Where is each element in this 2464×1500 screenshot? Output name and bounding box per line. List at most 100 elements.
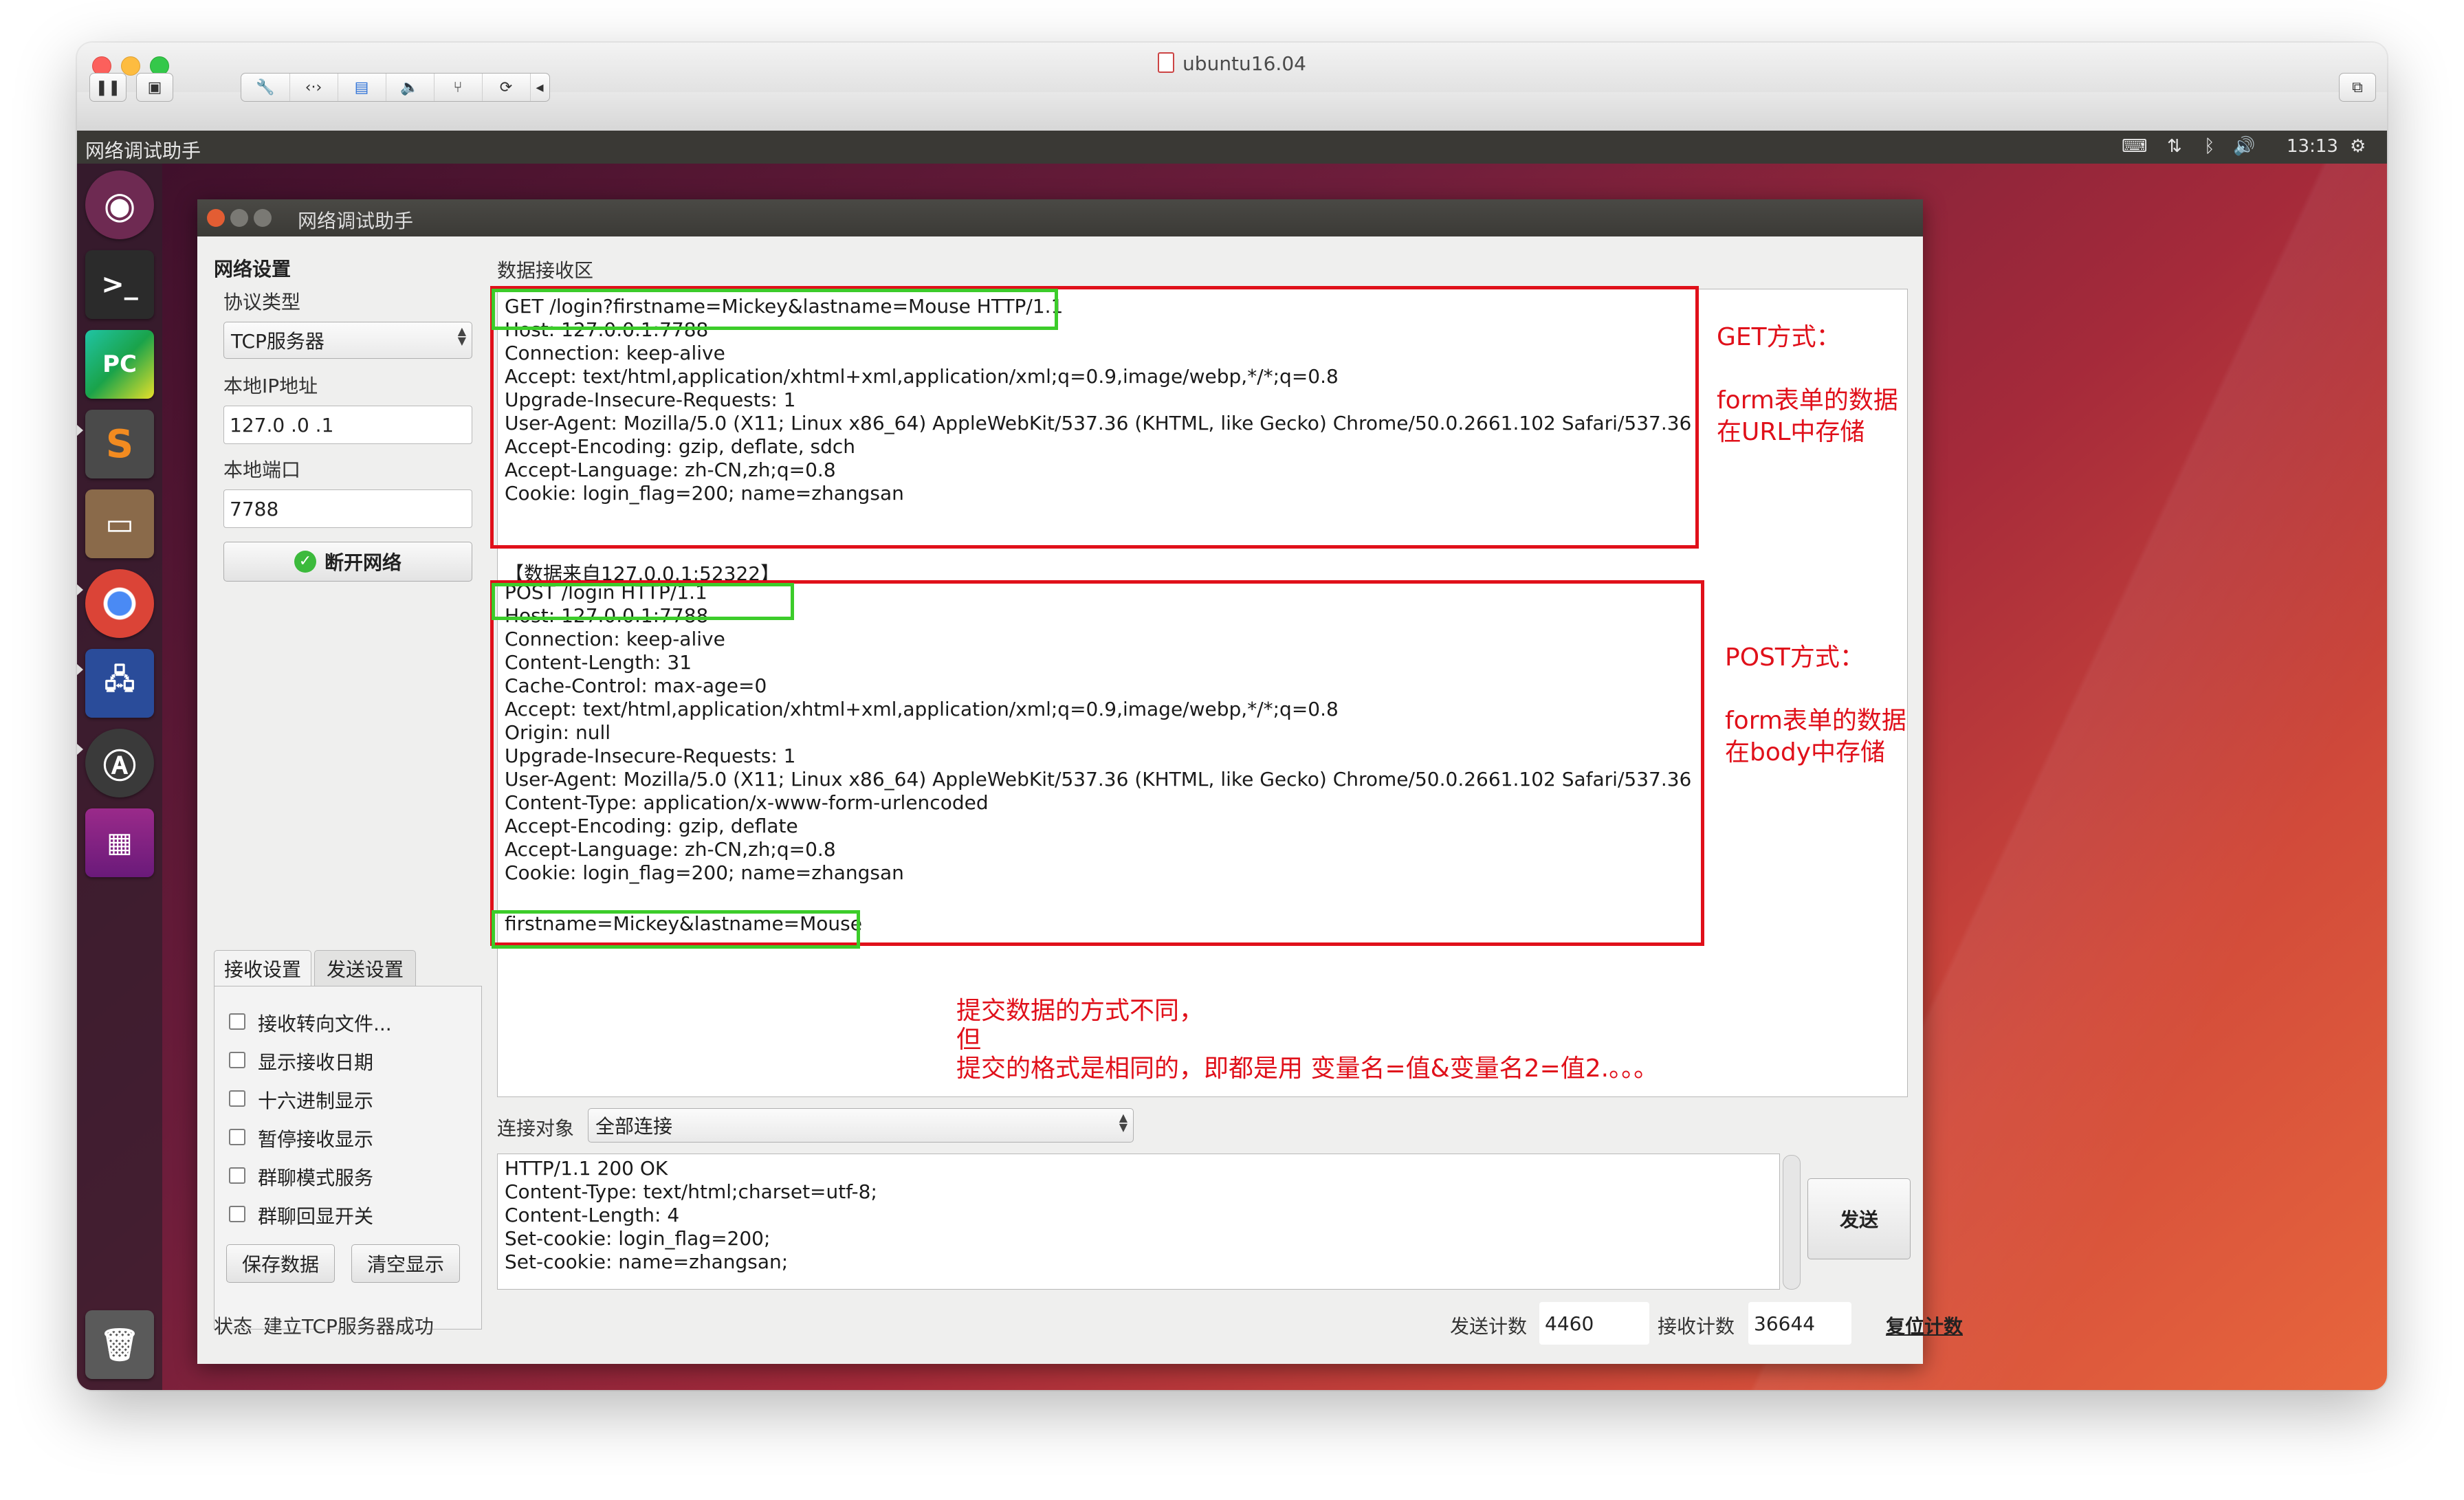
recv-count-label: 接收计数 <box>1658 1315 1735 1338</box>
connection-label: 连接对象 <box>497 1117 575 1140</box>
checkbox[interactable] <box>229 1013 245 1030</box>
close-icon[interactable] <box>207 209 225 227</box>
post-annotation-desc-2: 在body中存储 <box>1725 738 1886 766</box>
refresh-icon[interactable]: ⟳ <box>482 74 531 101</box>
volume-icon[interactable]: 🔊 <box>2233 136 2255 157</box>
disk-icon[interactable]: ▤ <box>338 74 386 101</box>
network-arrows-icon[interactable]: ⇅ <box>2167 136 2182 157</box>
port-input[interactable]: 7788 <box>223 489 472 528</box>
save-data-label: 保存数据 <box>241 1253 319 1276</box>
checkbox[interactable] <box>229 1167 245 1184</box>
disconnect-button[interactable]: ✓ 断开网络 <box>223 542 472 582</box>
get-request-line-highlight <box>492 289 1058 330</box>
pause-button[interactable]: ❚❚ <box>89 73 126 102</box>
reset-count-button[interactable]: 复位计数 <box>1886 1312 1963 1339</box>
clock[interactable]: 13:13 <box>2287 136 2338 157</box>
ubuntu-topbar: 网络调试助手 ⌨ ⇅ ᛒ 🔊 13:13 ⚙ <box>77 131 2387 164</box>
snapshot-button[interactable]: ▣ <box>136 73 173 102</box>
checkbox[interactable] <box>229 1129 245 1145</box>
clear-display-button[interactable]: 清空显示 <box>351 1244 460 1283</box>
launcher: ◉ >_ PC S ▭ 🖧 Ⓐ ▦ 🗑 <box>77 164 162 1390</box>
app-titlebar: 网络调试助手 <box>197 199 1923 236</box>
wrench-icon[interactable]: 🔧 <box>241 74 290 101</box>
sublime-icon[interactable]: S <box>85 410 154 478</box>
settings-gear-icon[interactable]: ⚙ <box>2350 136 2366 157</box>
get-annotation-desc-2: 在URL中存储 <box>1717 418 1865 446</box>
send-textarea[interactable]: HTTP/1.1 200 OK Content-Type: text/html;c… <box>497 1154 1780 1290</box>
get-annotation-title: GET方式： <box>1717 323 1841 351</box>
running-indicator <box>77 584 83 595</box>
network-settings-title: 网络设置 <box>214 258 292 280</box>
keyboard-icon[interactable]: ⌨ <box>2122 136 2148 157</box>
save-data-button[interactable]: 保存数据 <box>226 1244 335 1283</box>
protocol-select[interactable]: TCP服务器 ▲ ▼ <box>223 322 472 359</box>
send-line: Content-Length: 4 <box>505 1204 680 1226</box>
ubuntu-dash-icon[interactable]: ◉ <box>85 170 154 239</box>
status-label: 状态 <box>214 1315 253 1338</box>
pycharm-icon[interactable]: PC <box>85 330 154 399</box>
send-count-value: 4460 <box>1539 1302 1649 1345</box>
vm-doc-icon <box>1158 52 1175 73</box>
minimize-icon[interactable] <box>230 209 248 227</box>
receive-option-label: 暂停接收显示 <box>258 1128 374 1151</box>
send-scrollbar[interactable] <box>1783 1155 1801 1290</box>
connection-select[interactable]: 全部连接 ▲ ▼ <box>588 1108 1134 1143</box>
trash-icon[interactable]: 🗑 <box>85 1310 154 1379</box>
send-line: Set-cookie: login_flag=200; <box>505 1227 771 1250</box>
post-annotation-desc-1: form表单的数据 <box>1725 707 1906 735</box>
receive-option-label: 接收转向文件... <box>258 1013 392 1035</box>
vm-window: ubuntu16.04 ❚❚ ▣ 🔧 ‹·› ▤ 🔈 ⑂ ⟳ ◂ ⧉ 网络调试助… <box>77 43 2387 1390</box>
send-line: HTTP/1.1 200 OK <box>505 1157 668 1180</box>
usb-icon[interactable]: ⑂ <box>434 74 483 101</box>
receive-area-label: 数据接收区 <box>497 259 594 282</box>
status-text: 建立TCP服务器成功 <box>263 1315 434 1338</box>
connection-value: 全部连接 <box>595 1115 673 1138</box>
fullscreen-button[interactable]: ⧉ <box>2339 73 2376 102</box>
send-count-label: 发送计数 <box>1450 1315 1528 1338</box>
bluetooth-icon[interactable]: ᛒ <box>2204 136 2215 157</box>
receive-option-label: 显示接收日期 <box>258 1051 374 1074</box>
summary-line-2: 但 <box>956 1026 982 1054</box>
post-highlight-box <box>490 580 1704 946</box>
protocol-value: TCP服务器 <box>231 330 324 353</box>
tab-send-label: 发送设置 <box>326 958 404 981</box>
tab-receive-label: 接收设置 <box>223 958 301 981</box>
running-indicator <box>77 425 83 436</box>
network-adapter-icon[interactable]: ‹·› <box>289 74 338 101</box>
maximize-icon[interactable] <box>254 209 272 227</box>
spinner-arrows-icon: ▲ ▼ <box>457 324 466 347</box>
network-icon[interactable]: 🖧 <box>85 649 154 718</box>
clear-display-label: 清空显示 <box>366 1253 444 1276</box>
ip-input[interactable]: 127.0 .0 .1 <box>223 406 472 444</box>
recv-count-value: 36644 <box>1748 1302 1851 1345</box>
checkbox[interactable] <box>229 1206 245 1222</box>
summary-line-3: 提交的格式是相同的，即都是用 变量名=值&变量名2=值2.。。。 <box>956 1055 1659 1083</box>
get-annotation-desc-1: form表单的数据 <box>1717 386 1898 415</box>
receive-option-label: 群聊回显开关 <box>258 1205 374 1228</box>
chevron-left-icon[interactable]: ◂ <box>530 74 549 101</box>
sound-icon[interactable]: 🔈 <box>386 74 434 101</box>
ubuntu-desktop: 网络调试助手 ⌨ ⇅ ᛒ 🔊 13:13 ⚙ ◉ >_ PC S ▭ 🖧 Ⓐ ▦… <box>77 131 2387 1390</box>
summary-line-1: 提交数据的方式不同， <box>956 997 1204 1025</box>
tab-receive-settings[interactable]: 接收设置 <box>214 950 311 986</box>
vm-title: ubuntu16.04 <box>77 52 2387 75</box>
chrome-icon[interactable] <box>85 569 154 638</box>
ip-label: 本地IP地址 <box>223 375 318 397</box>
vm-toolbar-group: 🔧 ‹·› ▤ 🔈 ⑂ ⟳ ◂ <box>241 73 550 102</box>
tab-send-settings[interactable]: 发送设置 <box>314 950 416 986</box>
checkbox[interactable] <box>229 1090 245 1107</box>
terminal-icon[interactable]: >_ <box>85 250 154 319</box>
check-icon: ✓ <box>294 551 316 573</box>
running-indicator <box>77 744 83 755</box>
checkbox[interactable] <box>229 1052 245 1068</box>
window-title: 网络调试助手 <box>298 210 414 232</box>
post-body-highlight <box>492 910 860 949</box>
send-label: 发送 <box>1839 1209 1878 1231</box>
workspace-icon[interactable]: ▦ <box>85 808 154 877</box>
send-button[interactable]: 发送 <box>1807 1178 1911 1259</box>
post-annotation-title: POST方式： <box>1725 643 1864 672</box>
files-icon[interactable]: ▭ <box>85 489 154 558</box>
topbar-app-name: 网络调试助手 <box>85 140 201 162</box>
protocol-label: 协议类型 <box>223 291 301 313</box>
software-updater-icon[interactable]: Ⓐ <box>85 729 154 797</box>
